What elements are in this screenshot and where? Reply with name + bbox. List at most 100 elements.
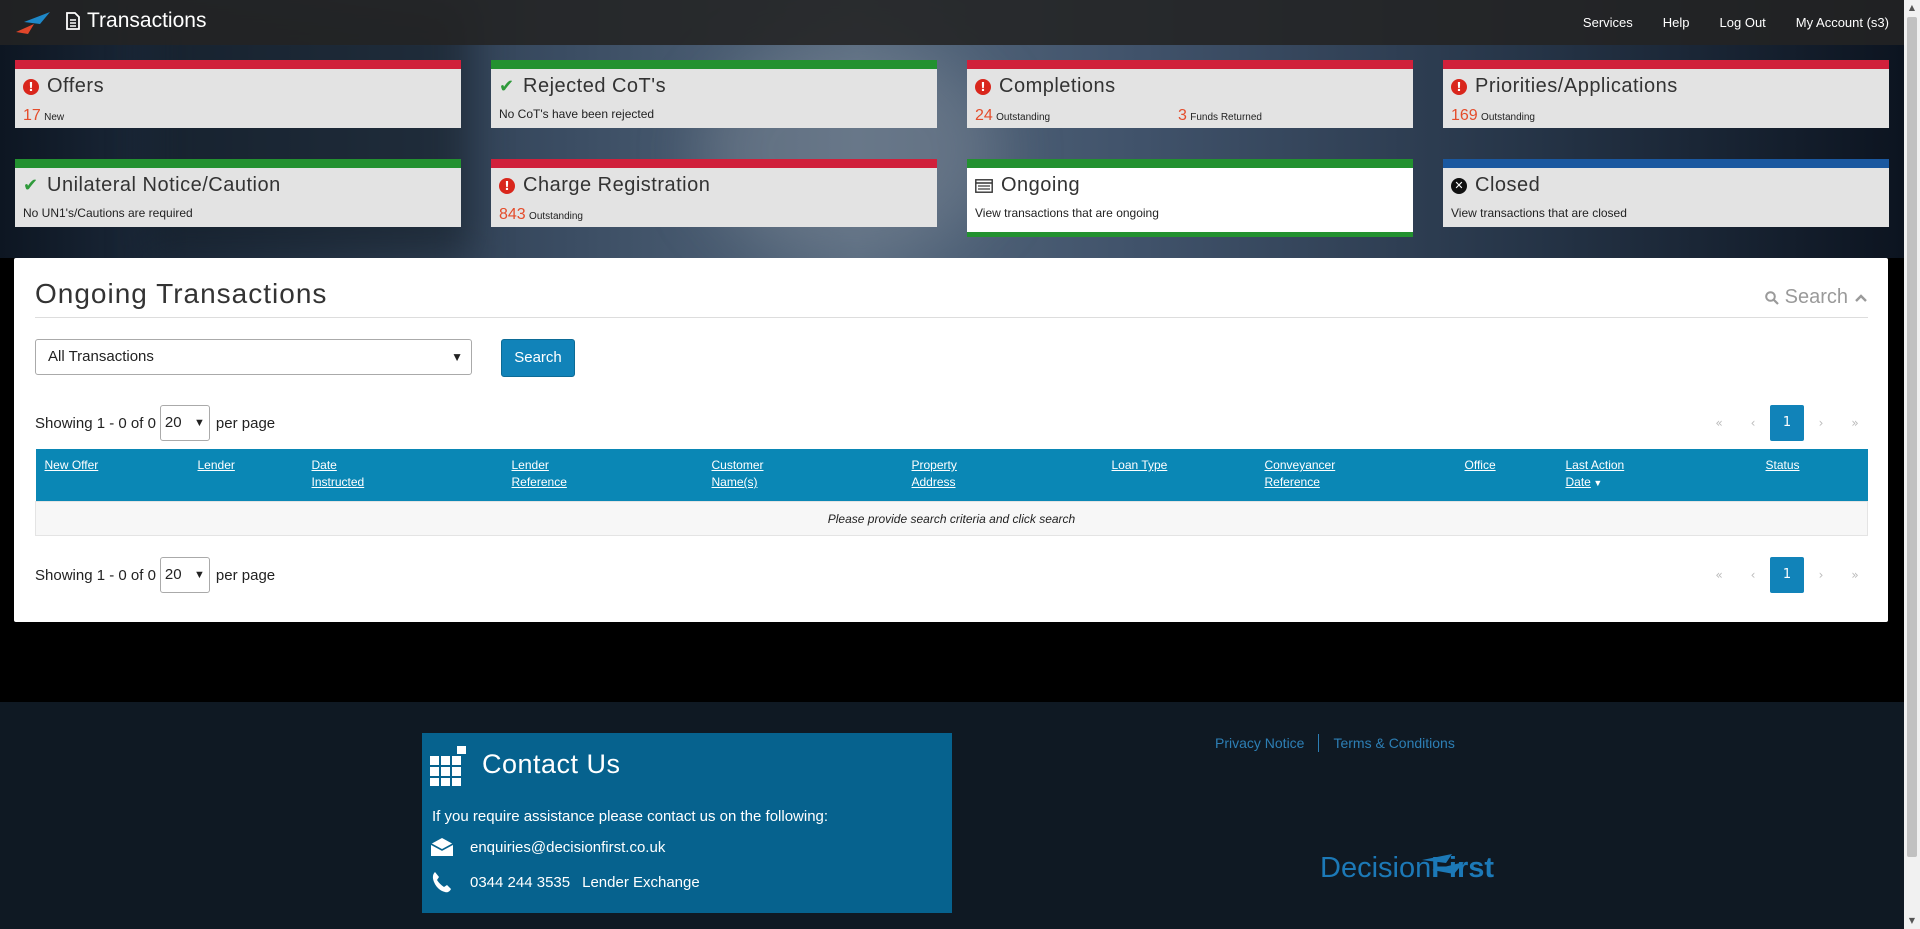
tile-title: Closed	[1475, 174, 1541, 196]
decisionfirst-logo: DecisionFirst	[1320, 852, 1495, 884]
close-circle-icon: ✕	[1451, 177, 1467, 194]
contact-intro: If you require assistance please contact…	[432, 808, 829, 825]
col-new-offer[interactable]: New Offer	[35, 449, 189, 502]
col-status[interactable]: Status	[1756, 449, 1868, 502]
transaction-filter-select[interactable]: All Transactions ▼	[35, 339, 472, 375]
tile-completions[interactable]: ! Completions 24 Outstanding 3 Funds Retu…	[967, 60, 1413, 128]
chevron-up-icon	[1855, 293, 1867, 302]
col-office[interactable]: Office	[1455, 449, 1557, 502]
contact-phone[interactable]: 0344 244 3535	[470, 874, 570, 891]
tile-rejected-cots[interactable]: ✔ Rejected CoT's No CoT's have been rejec…	[491, 60, 937, 128]
page-scrollbar[interactable]: ▲ ▼	[1904, 0, 1920, 929]
col-conveyancer-reference[interactable]: Conveyancer Reference	[1255, 449, 1456, 502]
per-page-label: per page	[215, 414, 276, 432]
table-row: Please provide search criteria and click…	[35, 501, 1868, 536]
per-page-select[interactable]: 20 ▼	[159, 557, 210, 593]
tile-title: Charge Registration	[523, 174, 711, 196]
tile-count-label: New	[44, 112, 65, 123]
last-page-button[interactable]: »	[1838, 416, 1872, 430]
alert-icon: !	[23, 78, 39, 95]
tile-closed[interactable]: ✕ Closed View transactions that are close…	[1443, 159, 1889, 227]
contact-box: Contact Us If you require assistance ple…	[422, 733, 952, 913]
tile-count-label: Outstanding	[996, 112, 1051, 123]
alert-icon: !	[1451, 78, 1467, 95]
nav-log-out[interactable]: Log Out	[1720, 15, 1766, 30]
page-1-button[interactable]: 1	[1770, 405, 1804, 441]
divider	[35, 317, 1868, 318]
page-title: Transactions	[87, 9, 207, 32]
per-page-select[interactable]: 20 ▼	[159, 405, 210, 441]
last-page-button[interactable]: »	[1838, 568, 1872, 582]
per-page-label: per page	[215, 566, 276, 584]
tile-text: View transactions that are ongoing	[975, 206, 1159, 220]
col-last-action-date[interactable]: Last Action Date ▼	[1556, 449, 1757, 502]
transactions-panel: Ongoing Transactions Search All Transact…	[14, 258, 1888, 622]
page-1-button[interactable]: 1	[1770, 557, 1804, 593]
top-navigation-bar: Transactions Services Help Log Out My Ac…	[0, 0, 1904, 45]
showing-text: Showing 1 - 0 of 0	[35, 566, 156, 584]
col-lender[interactable]: Lender	[188, 449, 303, 502]
prev-page-button[interactable]: ‹	[1736, 568, 1770, 582]
col-property-address[interactable]: Property Address	[902, 449, 1103, 502]
tile-title: Completions	[999, 75, 1116, 97]
search-button[interactable]: Search	[501, 339, 575, 377]
check-icon: ✔	[23, 174, 39, 196]
scroll-down-arrow-icon[interactable]: ▼	[1904, 913, 1920, 929]
contact-phone-label: Lender Exchange	[582, 873, 700, 891]
search-toggle-label: Search	[1784, 286, 1848, 308]
pagination-top: « ‹ 1 › »	[1702, 405, 1872, 441]
nav-services[interactable]: Services	[1583, 15, 1633, 30]
top-nav: Services Help Log Out My Account (s3)	[1568, 0, 1904, 45]
decisionfirst-logo-icon[interactable]	[14, 10, 52, 36]
tile-title: Offers	[47, 75, 105, 97]
first-page-button[interactable]: «	[1702, 568, 1736, 582]
footer-links: Privacy Notice Terms & Conditions	[1215, 734, 1455, 752]
sort-desc-icon: ▼	[1590, 478, 1603, 488]
tile-count: 17	[23, 107, 41, 124]
filter-value: All Transactions	[48, 348, 154, 365]
paging-summary-bottom: Showing 1 - 0 of 0 20 ▼ per page	[35, 557, 275, 593]
scroll-up-arrow-icon[interactable]: ▲	[1904, 0, 1920, 16]
prev-page-button[interactable]: ‹	[1736, 416, 1770, 430]
tile-unilateral-notice[interactable]: ✔ Unilateral Notice/Caution No UN1's/Caut…	[15, 159, 461, 227]
tile-count-2-label: Funds Returned	[1190, 112, 1262, 123]
col-customer-names[interactable]: Customer Name(s)	[702, 449, 903, 502]
search-icon	[1764, 290, 1779, 305]
first-page-button[interactable]: «	[1702, 416, 1736, 430]
panel-title: Ongoing Transactions	[35, 278, 328, 309]
document-icon	[66, 12, 80, 30]
terms-conditions-link[interactable]: Terms & Conditions	[1333, 735, 1454, 751]
tile-priorities-applications[interactable]: ! Priorities/Applications 169 Outstanding	[1443, 60, 1889, 128]
col-date-instructed[interactable]: Date Instructed	[302, 449, 503, 502]
tile-count: 24	[975, 107, 993, 124]
search-toggle[interactable]: Search	[1764, 286, 1868, 309]
tile-ongoing[interactable]: Ongoing View transactions that are ongoi…	[967, 159, 1413, 237]
next-page-button[interactable]: ›	[1804, 568, 1838, 582]
pagination-bottom: « ‹ 1 › »	[1702, 557, 1872, 593]
phone-icon	[432, 872, 451, 893]
tile-offers[interactable]: ! Offers 17 New	[15, 60, 461, 128]
privacy-notice-link[interactable]: Privacy Notice	[1215, 735, 1304, 751]
next-page-button[interactable]: ›	[1804, 416, 1838, 430]
col-loan-type[interactable]: Loan Type	[1102, 449, 1256, 502]
tile-count: 843	[499, 206, 526, 223]
tile-text: View transactions that are closed	[1451, 206, 1627, 220]
paging-summary-top: Showing 1 - 0 of 0 20 ▼ per page	[35, 405, 275, 441]
alert-icon: !	[499, 177, 515, 194]
check-icon: ✔	[499, 75, 515, 97]
col-lender-reference[interactable]: Lender Reference	[502, 449, 703, 502]
scrollbar-thumb[interactable]	[1907, 17, 1917, 857]
tile-title: Ongoing	[1001, 174, 1081, 196]
tile-count-2: 3	[1178, 107, 1187, 124]
grid-logo-icon	[430, 746, 466, 786]
nav-help[interactable]: Help	[1663, 15, 1690, 30]
tile-title: Priorities/Applications	[1475, 75, 1678, 97]
chevron-down-icon: ▼	[194, 569, 205, 581]
tile-charge-registration[interactable]: ! Charge Registration 843 Outstanding	[491, 159, 937, 227]
tile-count-label: Outstanding	[1481, 112, 1535, 123]
contact-email[interactable]: enquiries@decisionfirst.co.uk	[470, 839, 665, 856]
contact-email-row: enquiries@decisionfirst.co.uk	[430, 837, 665, 857]
tile-text: No CoT's have been rejected	[499, 107, 655, 121]
tile-count-label: Outstanding	[529, 211, 583, 222]
nav-my-account[interactable]: My Account (s3)	[1796, 15, 1889, 30]
